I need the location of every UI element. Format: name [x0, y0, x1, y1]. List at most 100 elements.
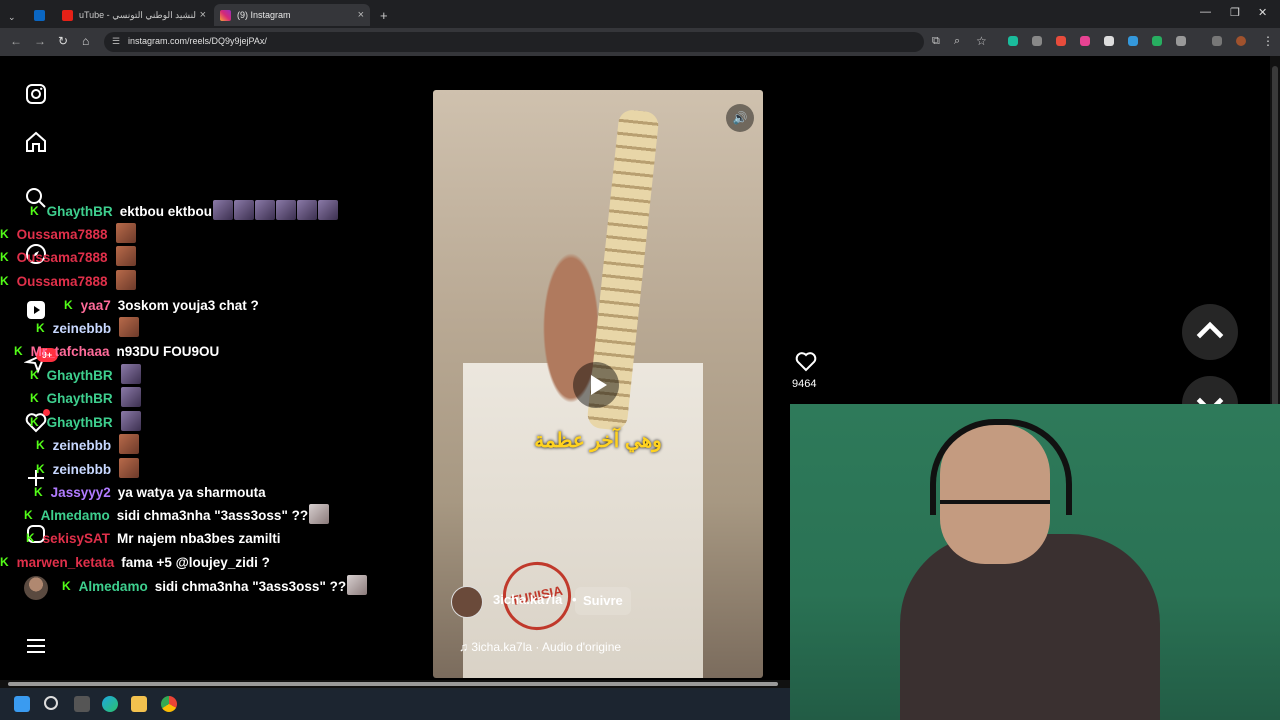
- new-tab-button[interactable]: +: [374, 4, 394, 26]
- window-close-icon[interactable]: ✕: [1258, 6, 1267, 19]
- menu-icon[interactable]: [24, 634, 48, 658]
- emote-image: [119, 433, 140, 454]
- streamer-body: [900, 534, 1160, 720]
- audio-label: 3icha.ka7la · Audio d'origine: [471, 640, 622, 654]
- chat-username: yaa7: [80, 297, 111, 313]
- chat-username: GhaythBR: [46, 414, 113, 430]
- emote-group: [120, 386, 141, 410]
- audio-attribution[interactable]: ♫ 3icha.ka7la · Audio d'origine: [459, 640, 621, 654]
- address-bar[interactable]: ☰ instagram.com/reels/DQ9y9jejPAx/ ⧉ ⌕ ☆: [104, 32, 987, 52]
- chat-username: Oussama7888: [16, 226, 108, 242]
- emote-image: [296, 199, 317, 220]
- chat-username: Oussama7888: [16, 273, 108, 289]
- extension-icon[interactable]: [1104, 36, 1114, 46]
- kick-badge: K: [64, 298, 73, 312]
- home-browser-icon[interactable]: ⌂: [82, 34, 89, 48]
- emote-image: [115, 222, 136, 243]
- camera-extension-icon[interactable]: [1032, 36, 1042, 46]
- music-note-icon: ♫: [459, 640, 468, 654]
- emote-group: [120, 410, 141, 434]
- video-caption: وهي آخر عظمة: [534, 430, 662, 452]
- tab-search-button[interactable]: ⌄: [2, 6, 22, 28]
- close-icon[interactable]: ×: [358, 9, 364, 21]
- heart-icon[interactable]: [794, 349, 818, 373]
- like-count: 9464: [792, 378, 817, 390]
- youtube-icon: [62, 9, 73, 21]
- mute-icon[interactable]: 🔊: [726, 104, 754, 132]
- horizontal-scrollbar[interactable]: [0, 680, 790, 688]
- chat-username: marwen_ketata: [16, 554, 115, 570]
- play-icon[interactable]: [573, 362, 619, 408]
- kick-badge: K: [0, 250, 9, 264]
- scrollbar-thumb[interactable]: [8, 682, 778, 686]
- bookmark-star-icon[interactable]: ☆: [976, 34, 987, 48]
- chat-message: Kzeinebbb: [36, 316, 140, 338]
- chat-text: n93DU FOU9OU: [116, 343, 220, 359]
- file-explorer-icon[interactable]: [131, 696, 147, 712]
- chat-message: Kmarwen_ketata fama +5 @loujey_zidi ?: [0, 552, 270, 572]
- minimize-icon[interactable]: —: [1200, 6, 1211, 18]
- browser-toolbar: ← → ↻ ⌂ ☰ instagram.com/reels/DQ9y9jejPA…: [0, 28, 1280, 56]
- site-info-icon[interactable]: ☰: [112, 36, 120, 47]
- glasses: [940, 500, 1050, 524]
- chat-message: K Almedamo sidi chma3nha "3ass3oss" ??: [24, 503, 330, 525]
- chat-message: K Oussama7888: [0, 245, 136, 267]
- chat-username: Mr_tafchaaa: [30, 343, 110, 359]
- emote-image: [120, 363, 141, 384]
- chevron-up-icon: [1196, 321, 1224, 339]
- tab-linkedin[interactable]: [28, 4, 52, 26]
- forward-icon[interactable]: →: [34, 34, 46, 48]
- chat-message: K Oussama7888: [0, 269, 136, 291]
- extension-icon[interactable]: [1056, 36, 1066, 46]
- emote-image: [212, 199, 233, 220]
- close-icon[interactable]: ×: [200, 9, 206, 21]
- kick-badge: K: [0, 555, 9, 569]
- extensions-puzzle-icon[interactable]: [1176, 36, 1186, 46]
- reel-video[interactable]: 🔊 وهي آخر عظمة TUNISIA 3icha.ka7la • Sui…: [433, 90, 763, 678]
- kick-badge: K: [0, 274, 9, 288]
- chrome-icon[interactable]: [161, 696, 177, 712]
- chat-message: K GhaythBR: [30, 386, 141, 410]
- search-icon[interactable]: [44, 696, 58, 710]
- webcam-overlay: [790, 404, 1280, 720]
- chat-text: Mr najem nba3bes zamilti: [116, 530, 281, 546]
- zoom-icon[interactable]: ⌕: [954, 35, 960, 48]
- home-icon[interactable]: [24, 130, 48, 154]
- restore-icon[interactable]: ❐: [1230, 6, 1240, 19]
- extension-icon[interactable]: [1152, 36, 1162, 46]
- windows-start-icon[interactable]: [14, 696, 30, 712]
- edge-icon[interactable]: [102, 696, 118, 712]
- chat-message: K GhaythBR ektbou ektbou: [30, 199, 338, 221]
- tab-youtube[interactable]: uTube - النشيد الوطني التونسي ×: [56, 4, 212, 26]
- tab-search-icon[interactable]: [1212, 36, 1222, 46]
- emote-image: [119, 316, 140, 337]
- windows-taskbar: [0, 688, 790, 720]
- previous-reel-button[interactable]: [1182, 304, 1238, 360]
- emote-group: [115, 222, 136, 246]
- chat-message: K Oussama7888: [0, 222, 136, 246]
- browser-menu-icon[interactable]: ⋮: [1262, 34, 1274, 48]
- chat-username: Oussama7888: [16, 249, 108, 265]
- chat-username: sekisySAT: [42, 530, 110, 546]
- back-icon[interactable]: ←: [10, 34, 22, 48]
- instagram-logo-icon[interactable]: [24, 82, 48, 106]
- emote-image: [347, 574, 368, 595]
- install-app-icon[interactable]: ⧉: [932, 35, 940, 48]
- follow-button[interactable]: Suivre: [575, 587, 631, 615]
- profile-avatar[interactable]: [1236, 36, 1246, 46]
- extension-icon[interactable]: [1128, 36, 1138, 46]
- kick-badge: K: [14, 344, 23, 358]
- author-username[interactable]: 3icha.ka7la •: [493, 592, 577, 607]
- extension-icon[interactable]: [1080, 36, 1090, 46]
- extension-icon[interactable]: [1008, 36, 1018, 46]
- task-view-icon[interactable]: [74, 696, 90, 712]
- kick-badge: K: [30, 204, 39, 218]
- tab-instagram[interactable]: (9) Instagram ×: [214, 4, 370, 26]
- reload-icon[interactable]: ↻: [58, 34, 68, 48]
- kick-badge: K: [30, 368, 39, 382]
- instagram-icon: [220, 9, 231, 21]
- emote-image: [233, 199, 254, 220]
- profile-icon[interactable]: [24, 576, 48, 600]
- emote-image: [120, 386, 141, 407]
- author-avatar[interactable]: [451, 586, 483, 618]
